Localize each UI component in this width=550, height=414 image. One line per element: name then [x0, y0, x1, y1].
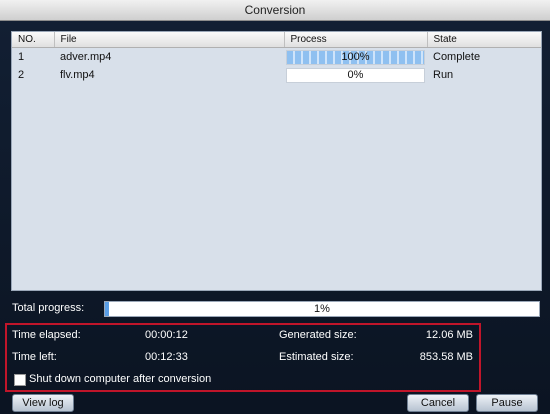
- generated-size-value: 12.06 MB: [425, 329, 473, 341]
- row-number: 1: [18, 51, 25, 63]
- total-progress-bar: 1%: [104, 301, 540, 317]
- conversion-panel: NO. File Process State 1 adver.mp4 100%: [0, 21, 550, 414]
- conversion-stats: Time elapsed: 00:00:12 Generated size: 1…: [5, 323, 481, 392]
- total-progress-text: 1%: [314, 303, 330, 315]
- time-elapsed-value: 00:00:12: [145, 329, 188, 341]
- file-name: adver.mp4: [60, 51, 112, 63]
- file-name: flv.mp4: [60, 69, 95, 81]
- time-left-value: 00:12:33: [145, 351, 188, 363]
- table-row[interactable]: 2 flv.mp4 0% Run: [12, 66, 541, 84]
- time-left-label: Time left:: [12, 351, 57, 363]
- table-row[interactable]: 1 adver.mp4 100% Complete: [12, 48, 541, 67]
- file-state: Run: [433, 69, 454, 81]
- shutdown-checkbox[interactable]: [14, 374, 26, 386]
- column-header-state[interactable]: State: [427, 32, 541, 48]
- file-progress-text: 100%: [341, 50, 370, 63]
- conversion-table: NO. File Process State 1 adver.mp4 100%: [11, 31, 542, 291]
- estimated-size-label: Estimated size:: [279, 351, 354, 363]
- file-progress-bar: 0%: [286, 67, 425, 83]
- view-log-button[interactable]: View log: [12, 394, 74, 412]
- column-header-process[interactable]: Process: [284, 32, 428, 48]
- generated-size-label: Generated size:: [279, 329, 357, 341]
- file-state: Complete: [433, 51, 481, 63]
- column-header-file[interactable]: File: [54, 32, 285, 48]
- cancel-button[interactable]: Cancel: [407, 394, 469, 412]
- column-header-no[interactable]: NO.: [12, 32, 55, 48]
- file-progress-text: 0%: [347, 68, 364, 81]
- window-title: Conversion: [0, 0, 550, 21]
- pause-button[interactable]: Pause: [476, 394, 538, 412]
- total-progress-label: Total progress:: [12, 302, 85, 314]
- estimated-size-value: 853.58 MB: [419, 351, 473, 363]
- time-elapsed-label: Time elapsed:: [12, 329, 81, 341]
- file-progress-bar: 100%: [286, 49, 425, 65]
- row-number: 2: [18, 69, 25, 81]
- shutdown-label[interactable]: Shut down computer after conversion: [29, 373, 211, 385]
